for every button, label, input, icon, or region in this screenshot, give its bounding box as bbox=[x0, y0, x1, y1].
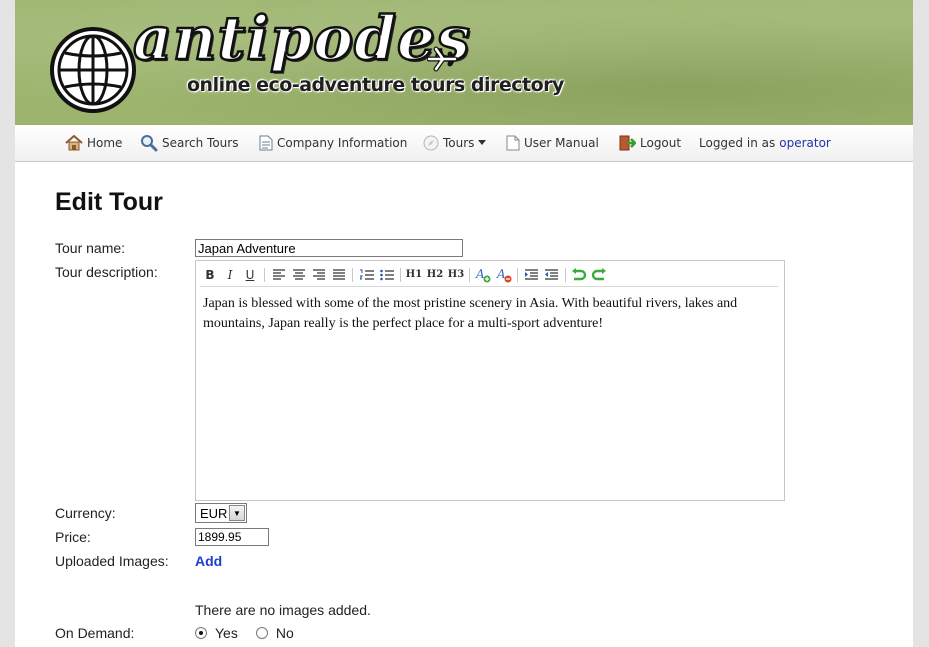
caret-down-icon bbox=[478, 140, 487, 145]
manual-icon bbox=[506, 135, 520, 151]
currency-value: EUR bbox=[200, 505, 228, 521]
link-add-icon: A bbox=[475, 267, 491, 282]
indent-button[interactable] bbox=[522, 266, 540, 283]
align-left-icon bbox=[273, 269, 285, 280]
justify-button[interactable] bbox=[331, 266, 347, 283]
page: antipodes online eco-adventure tours dir… bbox=[15, 0, 913, 647]
document-icon bbox=[259, 135, 273, 151]
editor-content[interactable]: Japan is blessed with some of the most p… bbox=[203, 294, 778, 334]
editor-toolbar: B I U H1 H2 H3 A A bbox=[200, 264, 778, 287]
logout-icon bbox=[619, 135, 636, 151]
airplane-icon bbox=[427, 46, 457, 72]
bold-button[interactable]: B bbox=[203, 266, 217, 283]
outdent-icon bbox=[544, 268, 558, 280]
main-nav: Home Search Tours Company Information To… bbox=[15, 125, 913, 162]
undo-button[interactable] bbox=[570, 266, 588, 283]
on-demand-label: On Demand: bbox=[55, 625, 135, 641]
nav-home-label: Home bbox=[87, 136, 123, 150]
on-demand-no-radio[interactable] bbox=[255, 627, 268, 639]
header-banner: antipodes online eco-adventure tours dir… bbox=[15, 0, 913, 125]
indent-icon bbox=[524, 268, 538, 280]
toolbar-separator bbox=[517, 268, 518, 282]
toolbar-separator bbox=[352, 268, 353, 282]
heading3-button[interactable]: H3 bbox=[447, 266, 465, 283]
ordered-list-button[interactable] bbox=[358, 266, 376, 283]
insert-link-button[interactable]: A bbox=[474, 266, 492, 283]
on-demand-yes-radio[interactable] bbox=[195, 627, 207, 639]
rich-text-editor: B I U H1 H2 H3 A A Japan is blessed with… bbox=[195, 260, 785, 501]
nav-company-information-label: Company Information bbox=[277, 136, 408, 150]
no-images-message: There are no images added. bbox=[195, 602, 371, 618]
heading1-button[interactable]: H1 bbox=[405, 266, 423, 283]
on-demand-yes-label: Yes bbox=[215, 625, 238, 641]
logo-text: antipodes bbox=[132, 3, 471, 76]
globe-icon bbox=[50, 27, 136, 113]
nav-search-tours[interactable]: Search Tours bbox=[140, 125, 238, 161]
tour-name-input[interactable] bbox=[195, 239, 463, 257]
login-status: Logged in as operator bbox=[699, 125, 831, 161]
align-center-button[interactable] bbox=[291, 266, 307, 283]
heading2-button[interactable]: H2 bbox=[426, 266, 444, 283]
align-left-button[interactable] bbox=[271, 266, 287, 283]
username-link[interactable]: operator bbox=[779, 136, 831, 150]
nav-logout-label: Logout bbox=[640, 136, 682, 150]
svg-text:A: A bbox=[496, 267, 506, 281]
svg-text:A: A bbox=[475, 267, 485, 281]
search-icon bbox=[141, 135, 158, 152]
remove-link-button[interactable]: A bbox=[495, 266, 513, 283]
align-right-button[interactable] bbox=[311, 266, 327, 283]
uploaded-images-label: Uploaded Images: bbox=[55, 553, 169, 569]
underline-button[interactable]: U bbox=[243, 266, 257, 283]
nav-tours-label: Tours bbox=[443, 136, 475, 150]
nav-user-manual-label: User Manual bbox=[524, 136, 599, 150]
dropdown-arrow-icon: ▼ bbox=[229, 505, 245, 521]
toolbar-separator bbox=[469, 268, 470, 282]
tagline: online eco-adventure tours directory bbox=[187, 74, 564, 96]
home-icon bbox=[65, 135, 83, 151]
unordered-list-button[interactable] bbox=[378, 266, 396, 283]
align-center-icon bbox=[293, 269, 305, 280]
outdent-button[interactable] bbox=[542, 266, 560, 283]
currency-label: Currency: bbox=[55, 505, 116, 521]
undo-icon bbox=[572, 267, 587, 280]
nav-home[interactable]: Home bbox=[65, 125, 122, 161]
redo-button[interactable] bbox=[590, 266, 608, 283]
nav-tours-dropdown[interactable]: Tours bbox=[423, 125, 487, 161]
price-label: Price: bbox=[55, 529, 91, 545]
nav-company-information[interactable]: Company Information bbox=[259, 125, 407, 161]
price-input[interactable] bbox=[195, 528, 269, 546]
on-demand-options: Yes No bbox=[195, 625, 294, 641]
currency-select[interactable]: EUR ▼ bbox=[195, 503, 247, 523]
nav-search-tours-label: Search Tours bbox=[162, 136, 239, 150]
italic-button[interactable]: I bbox=[223, 266, 237, 283]
logged-in-text: Logged in as bbox=[699, 136, 776, 150]
unordered-list-icon bbox=[380, 269, 394, 280]
nav-user-manual[interactable]: User Manual bbox=[506, 125, 599, 161]
link-remove-icon: A bbox=[496, 267, 512, 282]
toolbar-separator bbox=[264, 268, 265, 282]
compass-icon bbox=[423, 135, 439, 151]
on-demand-no-label: No bbox=[275, 625, 294, 641]
toolbar-separator bbox=[400, 268, 401, 282]
justify-icon bbox=[333, 269, 345, 280]
page-title: Edit Tour bbox=[55, 188, 163, 216]
tour-name-label: Tour name: bbox=[55, 240, 126, 256]
ordered-list-icon bbox=[360, 269, 374, 280]
tour-description-label: Tour description: bbox=[55, 264, 158, 280]
nav-logout[interactable]: Logout bbox=[619, 125, 681, 161]
toolbar-separator bbox=[565, 268, 566, 282]
add-image-link[interactable]: Add bbox=[195, 553, 222, 569]
redo-icon bbox=[591, 267, 606, 280]
align-right-icon bbox=[313, 269, 325, 280]
